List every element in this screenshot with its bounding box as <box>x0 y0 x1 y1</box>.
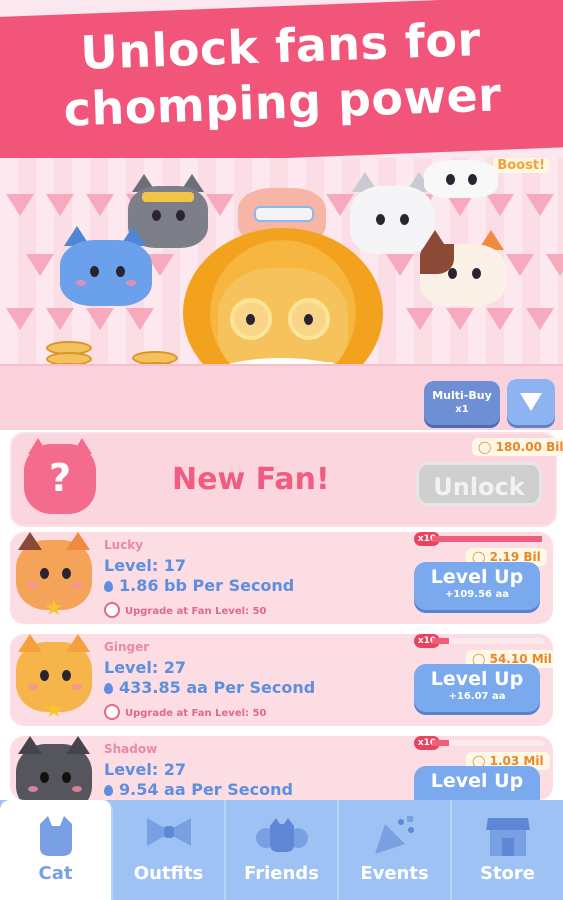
fan-rate: 433.85 aa Per Second <box>104 678 315 697</box>
drool-drop-icon <box>104 683 113 694</box>
star-icon: ★ <box>44 596 64 621</box>
coin-icon: ◯ <box>478 440 496 454</box>
blue-cat-fan <box>60 226 152 306</box>
cat-icon <box>39 816 72 856</box>
fan-name: Lucky <box>104 538 144 552</box>
fan-row-ginger: ★ Ginger Level: 27 433.85 aa Per Second … <box>10 634 553 726</box>
tab-events[interactable]: Events <box>339 800 452 900</box>
calico-cat-fan <box>420 230 506 306</box>
fan-rate: 1.86 bb Per Second <box>104 576 294 595</box>
tab-label: Events <box>360 863 429 884</box>
level-progress-bar <box>432 740 544 746</box>
star-icon: ★ <box>44 698 64 723</box>
level-up-button[interactable]: Level Up <box>414 766 540 800</box>
new-fan-card: ? New Fan! ◯ 180.00 Bil Unlock <box>10 432 563 527</box>
fan-level: Level: 17 <box>104 556 187 575</box>
tab-friends[interactable]: Friends <box>226 800 339 900</box>
fan-list[interactable]: ? New Fan! ◯ 180.00 Bil Unlock ★ Lucky L… <box>0 430 563 800</box>
level-up-button[interactable]: Level Up +16.07 aa <box>414 664 540 712</box>
chevron-down-icon <box>520 393 542 411</box>
fan-name: Ginger <box>104 640 150 654</box>
unlock-button[interactable]: Unlock <box>416 462 542 506</box>
bowtie-icon <box>146 818 191 846</box>
fan-row-lucky: ★ Lucky Level: 17 1.86 bb Per Second Upg… <box>10 532 553 624</box>
tab-cat[interactable]: Cat <box>0 800 113 900</box>
fan-rate: 9.54 aa Per Second <box>104 780 293 799</box>
tab-label: Friends <box>244 863 319 884</box>
tab-label: Store <box>479 863 536 884</box>
fan-row-shadow: Shadow Level: 27 9.54 aa Per Second x10 … <box>10 736 553 800</box>
level-up-button[interactable]: Level Up +109.56 aa <box>414 562 540 610</box>
cow-cat-fan <box>424 160 498 198</box>
fan-upgrade-note: Upgrade at Fan Level: 50 <box>104 704 266 720</box>
paw-icon <box>104 602 120 618</box>
level-progress-bar <box>432 536 544 542</box>
paw-icon <box>104 704 120 720</box>
multi-buy-value: x1 <box>455 404 469 415</box>
friends-icon <box>255 818 308 852</box>
multi-buy-label: Multi-Buy <box>432 389 492 402</box>
tab-label: Outfits <box>133 863 204 884</box>
level-progress-bar <box>432 638 544 644</box>
fan-upgrade-note: Upgrade at Fan Level: 50 <box>104 602 266 618</box>
question-mark: ? <box>48 456 72 500</box>
new-fan-label: New Fan! <box>172 462 330 497</box>
bottom-nav: Cat Outfits Friends Events Store <box>0 800 563 900</box>
party-popper-icon <box>374 816 414 854</box>
drool-drop-icon <box>104 785 113 796</box>
fan-level: Level: 27 <box>104 760 187 779</box>
promo-banner: Unlock fans for chomping power <box>0 0 563 170</box>
tab-store[interactable]: Store <box>452 800 563 900</box>
boost-label[interactable]: Boost! <box>493 158 549 173</box>
fan-name: Shadow <box>104 742 158 756</box>
tab-label: Cat <box>38 863 73 884</box>
unlock-price: ◯ 180.00 Bil <box>472 438 563 456</box>
drool-drop-icon <box>104 581 113 592</box>
fan-level: Level: 27 <box>104 658 187 677</box>
multi-buy-button[interactable]: Multi-Buy x1 <box>424 381 500 425</box>
store-icon <box>485 818 530 856</box>
fan-avatar-shadow[interactable] <box>16 736 92 800</box>
banner-title: Unlock fans for chomping power <box>62 12 503 137</box>
tab-outfits[interactable]: Outfits <box>113 800 226 900</box>
mystery-cat-icon: ? <box>24 438 96 514</box>
collapse-panel-button[interactable] <box>507 379 555 425</box>
